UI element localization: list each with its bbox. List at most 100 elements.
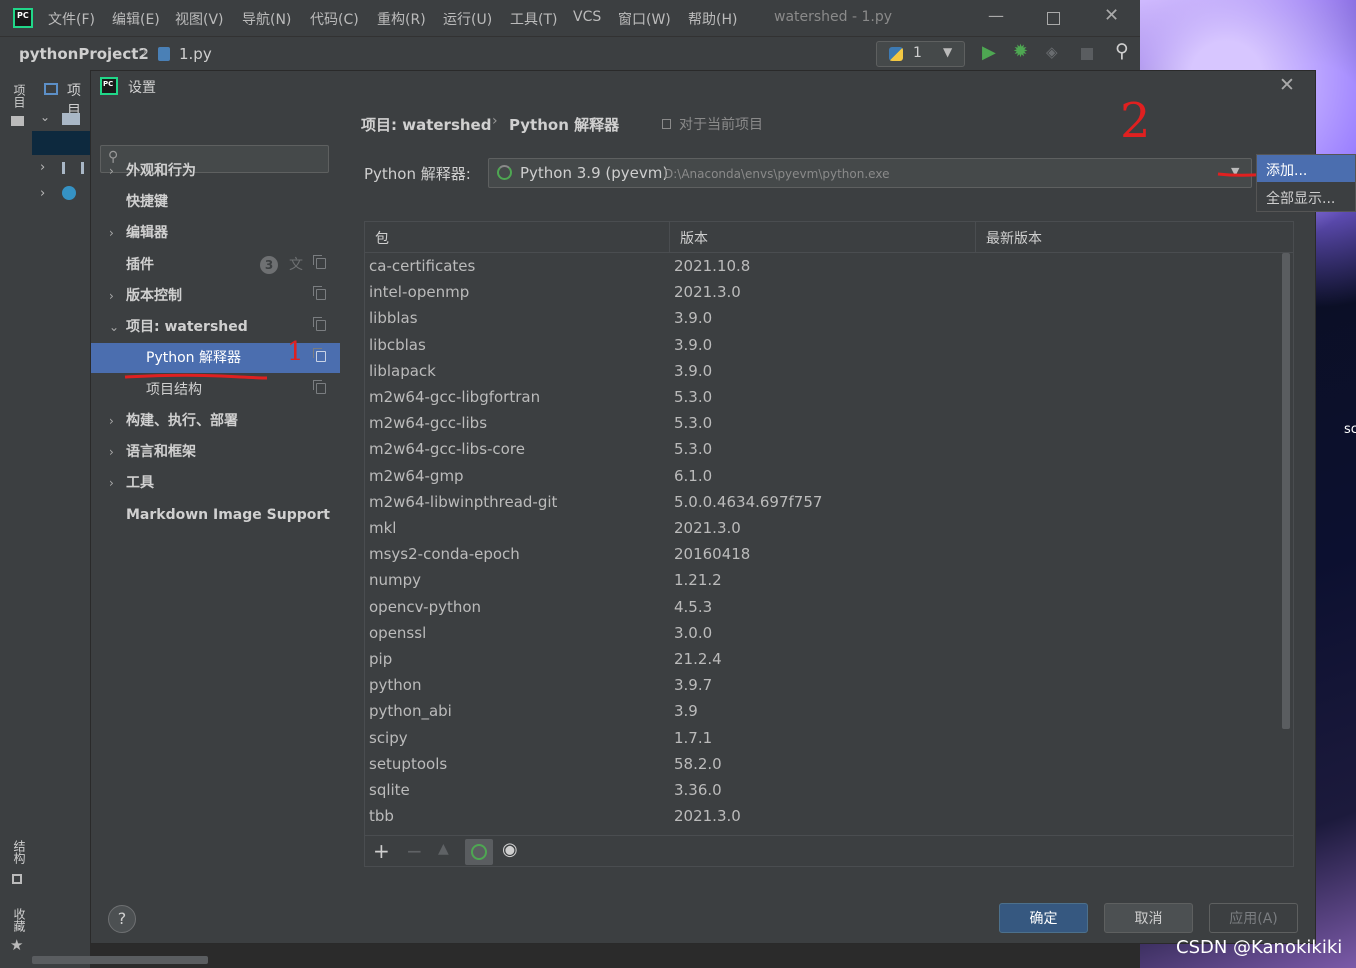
menu-view[interactable]: 视图(V) <box>175 9 224 29</box>
table-row[interactable]: libcblas 3.9.0 <box>365 332 1293 358</box>
package-version: 3.9 <box>674 702 698 721</box>
maximize-icon[interactable] <box>1047 12 1060 25</box>
breadcrumb-current: Python 解释器 <box>509 116 620 134</box>
table-row[interactable]: ca-certificates 2021.10.8 <box>365 253 1293 279</box>
nav-plugins[interactable]: 插件 3 文 <box>91 250 340 280</box>
tree-row-selected[interactable] <box>32 131 90 155</box>
menu-help[interactable]: 帮助(H) <box>688 9 737 29</box>
breadcrumb-project[interactable]: pythonProject2 <box>19 45 149 63</box>
apply-button[interactable]: 应用(A) <box>1209 903 1298 933</box>
table-row[interactable]: m2w64-libwinpthread-git 5.0.0.4634.697f75… <box>365 489 1293 515</box>
menu-code[interactable]: 代码(C) <box>310 9 359 29</box>
table-row[interactable]: tbb 2021.3.0 <box>365 803 1293 829</box>
nav-markdown-image[interactable]: Markdown Image Support <box>91 500 340 530</box>
chevron-right-icon: › <box>109 445 114 459</box>
menu-item-show-all[interactable]: 全部显示... <box>1257 183 1355 211</box>
stop-icon[interactable] <box>1081 48 1093 60</box>
minimize-icon[interactable]: — <box>988 6 1004 25</box>
nav-editor[interactable]: › 编辑器 <box>91 218 340 248</box>
nav-keymap[interactable]: 快捷键 <box>91 187 340 217</box>
table-row[interactable]: sqlite 3.36.0 <box>365 777 1293 803</box>
horizontal-scrollbar[interactable] <box>32 956 208 964</box>
col-header-package[interactable]: 包 <box>375 228 389 248</box>
table-row[interactable]: libblas 3.9.0 <box>365 305 1293 331</box>
chevron-down-icon[interactable]: ⌄ <box>40 110 50 124</box>
table-row[interactable]: numpy 1.21.2 <box>365 567 1293 593</box>
menu-tools[interactable]: 工具(T) <box>510 9 557 29</box>
help-button[interactable]: ? <box>108 905 136 933</box>
breadcrumb-file[interactable]: 1.py <box>179 45 212 63</box>
table-row[interactable]: scipy 1.7.1 <box>365 725 1293 751</box>
add-package-icon[interactable]: + <box>373 839 390 863</box>
upgrade-icon[interactable]: ▲ <box>438 841 449 857</box>
search-icon[interactable]: ⚲ <box>1115 40 1129 62</box>
tool-tab-structure[interactable]: 结构 <box>11 840 28 864</box>
breadcrumb-sep-icon: › <box>142 44 148 60</box>
tool-tab-project[interactable]: 项目 <box>11 84 28 108</box>
vertical-scrollbar[interactable] <box>1282 253 1290 729</box>
nav-languages[interactable]: › 语言和框架 <box>91 437 340 467</box>
package-version: 5.3.0 <box>674 414 713 433</box>
table-row[interactable]: opencv-python 4.5.3 <box>365 594 1293 620</box>
table-row[interactable]: pip 21.2.4 <box>365 646 1293 672</box>
col-header-version[interactable]: 版本 <box>680 228 708 248</box>
table-row[interactable]: openssl 3.0.0 <box>365 620 1293 646</box>
settings-dialog: PC 设置 ✕ ⚲ › 外观和行为 快捷键 › 编辑器 插件 3 文 › 版本控… <box>90 70 1356 944</box>
menu-file[interactable]: 文件(F) <box>48 9 95 29</box>
breadcrumb-parent[interactable]: 项目: watershed <box>361 114 491 135</box>
refresh-spinner-icon[interactable] <box>465 839 493 865</box>
nav-label: Markdown Image Support <box>126 507 330 523</box>
package-version: 2021.3.0 <box>674 283 741 302</box>
ok-button[interactable]: 确定 <box>999 903 1088 933</box>
col-header-latest[interactable]: 最新版本 <box>986 228 1042 248</box>
chevron-right-icon[interactable]: › <box>40 186 45 201</box>
project-panel: 项目 ⌄ › › <box>32 70 90 968</box>
nav-vcs[interactable]: › 版本控制 <box>91 281 340 311</box>
package-name: mkl <box>369 519 397 537</box>
package-name: python_abi <box>369 702 452 721</box>
nav-tools[interactable]: › 工具 <box>91 468 340 498</box>
close-icon[interactable]: ✕ <box>1279 74 1295 96</box>
scope-note: 对于当前项目 <box>679 117 763 133</box>
cancel-button[interactable]: 取消 <box>1104 903 1193 933</box>
nav-appearance[interactable]: › 外观和行为 <box>91 156 340 186</box>
menu-run[interactable]: 运行(U) <box>443 9 492 29</box>
show-early-releases-eye-icon[interactable]: ◉ <box>502 839 518 860</box>
table-row[interactable]: setuptools 58.2.0 <box>365 751 1293 777</box>
menu-window[interactable]: 窗口(W) <box>618 9 671 29</box>
remove-package-icon[interactable]: − <box>406 839 423 863</box>
package-version: 21.2.4 <box>674 650 722 668</box>
left-tool-strip: 项目 结构 收藏 ★ <box>0 70 33 968</box>
table-row[interactable]: mkl 2021.3.0 <box>365 515 1293 541</box>
col-divider <box>669 222 670 252</box>
menu-refactor[interactable]: 重构(R) <box>377 9 426 29</box>
interpreter-select[interactable]: Python 3.9 (pyevm) D:\Anaconda\envs\pyev… <box>488 158 1252 188</box>
table-row[interactable]: python_abi 3.9 <box>365 698 1293 724</box>
run-icon[interactable]: ▶ <box>982 42 996 63</box>
package-name: scipy <box>369 728 408 747</box>
table-row[interactable]: m2w64-gcc-libs-core 5.3.0 <box>365 436 1293 462</box>
tool-tab-favorites[interactable]: 收藏 <box>11 908 28 932</box>
table-row[interactable]: msys2-conda-epoch 20160418 <box>365 541 1293 567</box>
run-config-selector[interactable]: 1 ▼ <box>876 41 965 67</box>
table-row[interactable]: m2w64-gcc-libgfortran 5.3.0 <box>365 384 1293 410</box>
annotation-mark-2: 2 <box>1120 93 1151 149</box>
coverage-icon[interactable]: ◈ <box>1046 43 1058 61</box>
nav-build[interactable]: › 构建、执行、部署 <box>91 406 340 436</box>
table-row[interactable]: m2w64-gcc-libs 5.3.0 <box>365 410 1293 436</box>
pycharm-logo: PC <box>13 8 33 28</box>
chevron-right-icon[interactable]: › <box>40 160 45 175</box>
table-row[interactable]: intel-openmp 2021.3.0 <box>365 279 1293 305</box>
table-row[interactable]: liblapack 3.9.0 <box>365 358 1293 384</box>
close-window-icon[interactable]: ✕ <box>1104 5 1119 26</box>
menu-vcs[interactable]: VCS <box>573 9 601 25</box>
menu-edit[interactable]: 编辑(E) <box>112 9 160 29</box>
menu-item-add[interactable]: 添加... <box>1257 155 1355 182</box>
table-row[interactable]: m2w64-gmp 6.1.0 <box>365 463 1293 489</box>
menu-navigate[interactable]: 导航(N) <box>242 9 291 29</box>
copy-icon <box>313 317 326 331</box>
debug-icon[interactable]: ✹ <box>1013 41 1028 62</box>
settings-sidebar: ⚲ › 外观和行为 快捷键 › 编辑器 插件 3 文 › 版本控制 ⌄ 项目: … <box>91 101 340 885</box>
table-row[interactable]: python 3.9.7 <box>365 672 1293 698</box>
package-version: 2021.3.0 <box>674 807 741 826</box>
